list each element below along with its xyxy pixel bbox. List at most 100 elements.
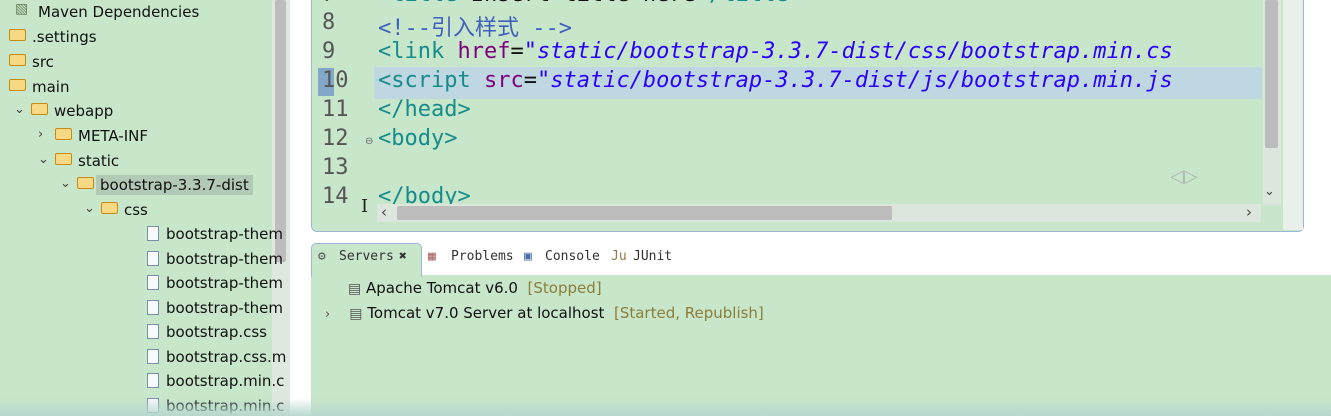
- tree-item-label: css: [124, 201, 148, 219]
- code-token: <script: [378, 68, 484, 93]
- tree-item-label: Maven Dependencies: [38, 3, 200, 21]
- folder-icon: [101, 202, 118, 214]
- scroll-right-icon[interactable]: ›: [1246, 203, 1252, 221]
- sash[interactable]: [290, 0, 310, 416]
- nav-arrows-icon[interactable]: ◁▷: [1170, 166, 1198, 187]
- server-icon: ▤: [349, 306, 363, 322]
- tree-item[interactable]: ⌄ css: [0, 198, 270, 222]
- folder-icon: [9, 29, 26, 41]
- tree-item[interactable]: › META-INF: [0, 124, 270, 148]
- tree-item[interactable]: bootstrap-them: [0, 271, 283, 295]
- servers-icon: ⚙: [318, 249, 326, 264]
- tree-item-label: static: [78, 152, 120, 170]
- console-icon: ▣: [524, 249, 532, 264]
- code-line[interactable]: <title>Insert title here</title>: [378, 0, 802, 7]
- expand-icon[interactable]: ›: [325, 307, 330, 322]
- tree-item[interactable]: .settings: [0, 25, 270, 49]
- code-token: "static/bootstrap-3.3.7-dist/js/bootstra…: [536, 68, 1173, 93]
- collapse-icon[interactable]: ⌄: [84, 200, 98, 218]
- line-number: 10: [322, 68, 349, 93]
- tree-item-label: bootstrap.css.m: [166, 348, 287, 366]
- folder-icon: [77, 177, 94, 189]
- collapse-icon[interactable]: ⌄: [0, 77, 6, 95]
- tree-item[interactable]: bootstrap.css: [0, 320, 270, 344]
- tree-scrollbar-thumb[interactable]: [275, 0, 286, 262]
- code-token: src: [483, 68, 524, 93]
- server-name: Apache Tomcat v6.0: [366, 279, 518, 297]
- tree-item[interactable]: bootstrap.css.m: [0, 345, 286, 369]
- line-number: 14: [322, 184, 349, 209]
- fold-toggle-icon[interactable]: ⊖: [365, 136, 373, 147]
- scroll-left-icon[interactable]: ‹: [381, 203, 387, 221]
- tree-item[interactable]: src: [0, 50, 270, 74]
- close-icon[interactable]: ✖: [399, 249, 407, 264]
- file-icon: [147, 226, 159, 241]
- expand-icon[interactable]: ›: [38, 126, 52, 144]
- line-number: 11: [322, 97, 349, 122]
- tree-item[interactable]: bootstrap-them: [0, 296, 283, 320]
- code-token: =: [523, 68, 537, 93]
- code-line[interactable]: <link href="static/bootstrap-3.3.7-dist/…: [378, 39, 1173, 64]
- line-number: 7: [322, 0, 366, 7]
- file-icon: [147, 300, 159, 315]
- scroll-down-icon[interactable]: ⌄: [1264, 184, 1275, 199]
- code-line[interactable]: </head>: [378, 97, 471, 122]
- overview-ruler[interactable]: [1283, 0, 1303, 230]
- tree-item-label: webapp: [54, 102, 114, 120]
- tree-item[interactable]: ⌄ static: [0, 149, 270, 173]
- line-number: 8: [322, 10, 336, 35]
- tab-console[interactable]: Console: [545, 249, 600, 264]
- file-icon: [147, 275, 159, 290]
- window-edge: [0, 398, 1331, 416]
- tree-item[interactable]: bootstrap-them: [0, 222, 283, 246]
- collapse-icon[interactable]: ⌄: [14, 101, 28, 119]
- code-token: </head>: [378, 97, 471, 122]
- tab-problems[interactable]: Problems: [451, 249, 514, 264]
- tree-item[interactable]: ▧ Maven Dependencies: [0, 0, 270, 24]
- tree-item-label: bootstrap-them: [166, 299, 283, 317]
- code-token: <body>: [378, 126, 458, 151]
- code-line[interactable]: <!--引入样式 -->: [378, 10, 572, 42]
- line-number: 13: [322, 155, 349, 180]
- tree-item-label: bootstrap-them: [166, 250, 283, 268]
- junit-icon: Ju: [611, 249, 627, 264]
- code-token: href: [457, 39, 511, 64]
- code-token: <!--引入样式 -->: [378, 16, 572, 41]
- tree-item-label: META-INF: [78, 127, 149, 145]
- problems-icon: ▦: [428, 249, 436, 264]
- tree-item-label: bootstrap.min.c: [166, 372, 285, 390]
- file-icon: [147, 324, 159, 339]
- folder-icon: [55, 128, 72, 140]
- file-icon: [147, 349, 159, 364]
- code-token: </title>: [696, 0, 802, 7]
- server-state: [Stopped]: [527, 279, 602, 297]
- editor-horizontal-scrollbar-thumb[interactable]: [397, 206, 892, 220]
- code-token: =: [510, 39, 524, 64]
- tree-item[interactable]: bootstrap-them: [0, 247, 283, 271]
- tab-junit[interactable]: JUnit: [633, 249, 672, 264]
- tree-item-label: src: [32, 53, 54, 71]
- tree-item[interactable]: ⌄ webapp: [0, 99, 270, 123]
- tree-item-label: bootstrap.css: [166, 323, 267, 341]
- code-line[interactable]: <script src="static/bootstrap-3.3.7-dist…: [378, 68, 1173, 93]
- folder-icon: [9, 79, 26, 91]
- tree-item-label: bootstrap-3.3.7-dist: [96, 175, 253, 195]
- file-icon: [147, 251, 159, 266]
- line-number: 9: [322, 39, 336, 64]
- code-token: Insert title here: [471, 0, 696, 7]
- tree-item[interactable]: ⌄ main: [0, 75, 270, 99]
- line-number: 12: [322, 126, 349, 151]
- server-row[interactable]: ▤ Apache Tomcat v6.0 [Stopped]: [348, 279, 602, 297]
- code-line[interactable]: <body>: [378, 126, 457, 151]
- editor-vertical-scrollbar-thumb[interactable]: [1265, 0, 1278, 148]
- tree-item[interactable]: ⌄ bootstrap-3.3.7-dist: [0, 173, 270, 197]
- folder-icon: [9, 54, 26, 66]
- collapse-icon[interactable]: ⌄: [60, 175, 74, 193]
- tree-item[interactable]: bootstrap.min.c: [0, 369, 284, 393]
- folder-icon: [55, 153, 72, 165]
- tree-item-label: .settings: [32, 28, 97, 46]
- server-row[interactable]: › ▤ Tomcat v7.0 Server at localhost [Sta…: [325, 304, 764, 322]
- collapse-icon[interactable]: ⌄: [38, 151, 52, 169]
- library-icon: ▧: [15, 1, 29, 17]
- server-icon: ▤: [348, 281, 362, 297]
